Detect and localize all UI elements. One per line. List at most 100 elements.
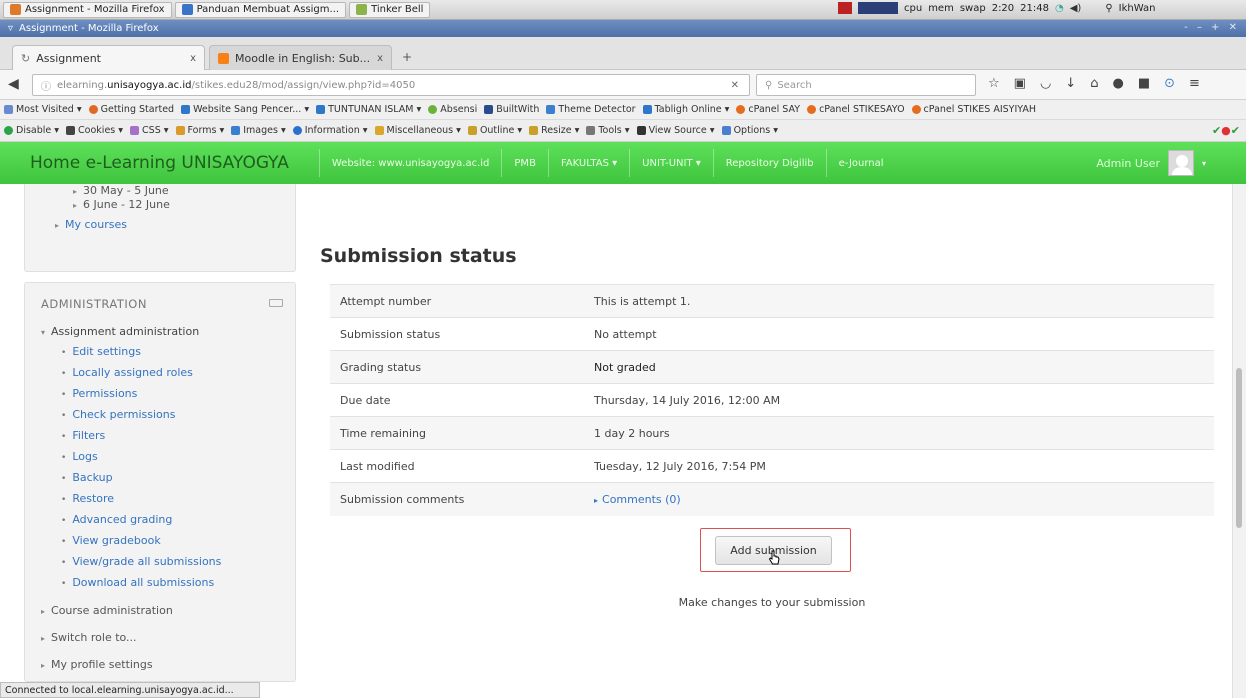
dev-tools[interactable]: Tools ▾	[586, 125, 630, 136]
dev-options[interactable]: Options ▾	[721, 125, 778, 136]
week-item[interactable]: ▸ 30 May - 5 June	[73, 184, 169, 197]
clock[interactable]: 21:48	[1020, 3, 1049, 14]
switch-role[interactable]: ▸ Switch role to...	[41, 631, 137, 644]
dock-icon[interactable]	[269, 299, 283, 307]
menu-icon[interactable]: ≡	[1189, 76, 1200, 91]
bookmark-absensi[interactable]: Absensi	[428, 104, 477, 115]
my-profile-settings[interactable]: ▸ My profile settings	[41, 658, 153, 671]
browser-status-bar: Connected to local.elearning.unisayogya.…	[0, 682, 260, 698]
url-prefix: elearning.	[57, 79, 108, 91]
nav-website[interactable]: Website: www.unisayogya.ac.id	[318, 149, 502, 177]
row-label: Time remaining	[330, 416, 594, 450]
submission-status-table: Attempt number This is attempt 1. Submiss…	[330, 284, 1214, 516]
bookmark-tabligh[interactable]: Tabligh Online ▾	[642, 104, 729, 115]
comments-toggle[interactable]: ▸ Comments (0)	[594, 482, 1214, 516]
taskbar-item-tinkerbell[interactable]: Tinker Bell	[349, 1, 431, 18]
bookmark-getting-started[interactable]: Getting Started	[88, 104, 174, 115]
admin-link-edit-settings[interactable]: • Edit settings	[61, 345, 141, 358]
session-user[interactable]: IkhWan	[1119, 3, 1156, 14]
download-icon[interactable]: ↓	[1065, 76, 1076, 91]
dev-images[interactable]: Images ▾	[231, 125, 286, 136]
moodle-favicon-icon	[218, 52, 229, 64]
taskbar-item-firefox[interactable]: Assignment - Mozilla Firefox	[3, 1, 172, 18]
tab-label: Assignment	[36, 52, 101, 65]
admin-link-restore[interactable]: • Restore	[61, 492, 114, 505]
back-icon[interactable]: ◀	[8, 76, 19, 92]
dev-view-source[interactable]: View Source ▾	[636, 125, 715, 136]
table-row: Last modified Tuesday, 12 July 2016, 7:54…	[330, 449, 1214, 483]
pocket-icon[interactable]: ◡	[1040, 76, 1051, 91]
my-courses-link[interactable]: ▸ My courses	[55, 218, 127, 231]
dev-forms[interactable]: Forms ▾	[175, 125, 224, 136]
admin-link-permissions[interactable]: • Permissions	[61, 387, 137, 400]
hand-cursor-icon	[768, 550, 780, 565]
row-label: Due date	[330, 383, 594, 417]
bookmark-most-visited[interactable]: Most Visited ▾	[4, 104, 82, 115]
admin-link-view-gradebook[interactable]: • View gradebook	[61, 534, 161, 547]
bookmark-website[interactable]: Website Sang Pencer... ▾	[181, 104, 309, 115]
comments-link[interactable]: Comments (0)	[602, 493, 681, 506]
admin-link-filters[interactable]: • Filters	[61, 429, 105, 442]
addon-icon[interactable]: ●	[1112, 76, 1123, 91]
tab-moodle-english[interactable]: Moodle in English: Sub... x	[209, 45, 392, 70]
row-value: This is attempt 1.	[594, 284, 1214, 318]
page-content: ▸ 30 May - 5 June ▸ 6 June - 12 June ▸ My c…	[0, 184, 1246, 682]
nav-pmb[interactable]: PMB	[501, 149, 548, 177]
row-value: Not graded	[594, 350, 1214, 384]
screenshot-icon[interactable]: ■	[1138, 76, 1150, 91]
bookmark-builtwith[interactable]: BuiltWith	[484, 104, 539, 115]
nav-fakultas[interactable]: FAKULTAS ▾	[547, 149, 629, 177]
app-tray-icon[interactable]	[838, 2, 852, 14]
close-icon[interactable]: x	[377, 53, 383, 64]
admin-link-logs[interactable]: • Logs	[61, 450, 98, 463]
home-icon[interactable]: ⌂	[1090, 76, 1098, 91]
dev-disable[interactable]: Disable ▾	[4, 125, 59, 136]
site-brand[interactable]: Home e-Learning UNISAYOGYA	[30, 153, 289, 173]
new-tab-button[interactable]: +	[402, 50, 412, 64]
avatar	[1167, 150, 1194, 176]
bookmark-tuntunan[interactable]: TUNTUNAN ISLAM ▾	[316, 104, 421, 115]
dev-information[interactable]: Information ▾	[292, 125, 368, 136]
network-icon[interactable]: ◔	[1055, 3, 1064, 14]
admin-link-backup[interactable]: • Backup	[61, 471, 113, 484]
close-icon[interactable]: x	[190, 53, 196, 64]
taskbar-label: Assignment - Mozilla Firefox	[25, 4, 165, 15]
dev-css[interactable]: CSS ▾	[130, 125, 169, 136]
admin-link-download-all[interactable]: • Download all submissions	[61, 576, 214, 589]
user-menu[interactable]: Admin User ▾	[1096, 150, 1206, 176]
nav-ejournal[interactable]: e-Journal	[825, 149, 896, 177]
search-field[interactable]: ⚲ Search	[756, 74, 976, 96]
admin-link-view-grade-all[interactable]: • View/grade all submissions	[61, 555, 221, 568]
window-menu-icon[interactable]: ▿	[8, 23, 13, 34]
course-administration[interactable]: ▸ Course administration	[41, 604, 173, 617]
star-bookmark-icon[interactable]: ☆	[988, 76, 1000, 91]
admin-link-locally-assigned-roles[interactable]: • Locally assigned roles	[61, 366, 193, 379]
dev-outline[interactable]: Outline ▾	[467, 125, 522, 136]
reading-list-icon[interactable]: ▣	[1014, 76, 1026, 91]
validation-status-icons[interactable]: ✔●✔	[1212, 124, 1240, 137]
dev-cookies[interactable]: Cookies ▾	[66, 125, 123, 136]
scrollbar-thumb[interactable]	[1236, 368, 1242, 528]
assignment-administration[interactable]: ▾ Assignment administration	[41, 325, 199, 338]
bookmark-cpanel-say[interactable]: cPanel SAY	[736, 104, 800, 115]
bookmark-theme-detector[interactable]: Theme Detector	[546, 104, 636, 115]
nav-repository[interactable]: Repository Digilib	[712, 149, 826, 177]
info-icon[interactable]: ⓘ	[41, 78, 51, 93]
clear-icon[interactable]: ✕	[731, 80, 739, 91]
nav-unit-unit[interactable]: UNIT-UNIT ▾	[629, 149, 713, 177]
week-item[interactable]: ▸ 6 June - 12 June	[73, 198, 170, 211]
bookmark-cpanel-aisyiyah[interactable]: cPanel STIKES AISYIYAH	[911, 104, 1036, 115]
bookmark-cpanel-stikesayo[interactable]: cPanel STIKESAYO	[807, 104, 905, 115]
admin-link-advanced-grading[interactable]: • Advanced grading	[61, 513, 172, 526]
window-controls[interactable]: - – + ✕	[1184, 22, 1240, 33]
admin-link-check-permissions[interactable]: • Check permissions	[61, 408, 175, 421]
tab-assignment[interactable]: ↻ Assignment x	[12, 45, 205, 71]
url-domain: unisayogya.ac.id	[107, 79, 192, 91]
volume-icon[interactable]: ◀)	[1070, 3, 1082, 14]
url-bar[interactable]: ⓘ elearning. unisayogya.ac.id/stikes.edu2…	[32, 74, 750, 96]
dev-miscellaneous[interactable]: Miscellaneous ▾	[374, 125, 461, 136]
dev-resize[interactable]: Resize ▾	[529, 125, 579, 136]
taskbar-item-panduan[interactable]: Panduan Membuat Assigm...	[174, 1, 347, 18]
extension-icon[interactable]: ⊙	[1164, 76, 1175, 91]
row-label: Last modified	[330, 449, 594, 483]
